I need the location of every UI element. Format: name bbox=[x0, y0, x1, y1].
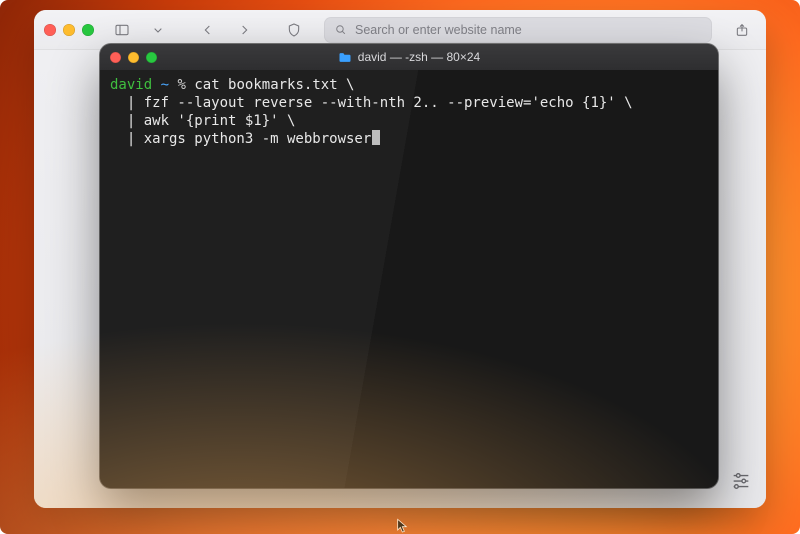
settings-sliders-icon[interactable] bbox=[730, 470, 752, 492]
folder-icon bbox=[338, 52, 352, 63]
window-controls[interactable] bbox=[44, 24, 100, 36]
close-icon[interactable] bbox=[110, 52, 121, 63]
address-placeholder: Search or enter website name bbox=[355, 23, 522, 37]
cmd-line-3: | xargs python3 -m webbrowser bbox=[127, 131, 371, 147]
mouse-cursor-icon bbox=[396, 518, 410, 534]
zoom-icon[interactable] bbox=[82, 24, 94, 36]
minimize-icon[interactable] bbox=[63, 24, 75, 36]
shield-icon[interactable] bbox=[280, 18, 308, 42]
cmd-line-1: | fzf --layout reverse --with-nth 2.. --… bbox=[127, 95, 633, 111]
forward-icon[interactable] bbox=[230, 18, 258, 42]
share-icon[interactable] bbox=[728, 18, 756, 42]
terminal-cursor bbox=[372, 130, 380, 145]
chevron-down-icon[interactable] bbox=[144, 18, 172, 42]
address-bar[interactable]: Search or enter website name bbox=[324, 17, 712, 43]
terminal-window[interactable]: david — -zsh — 80×24 david ~ % cat bookm… bbox=[100, 44, 718, 488]
minimize-icon[interactable] bbox=[128, 52, 139, 63]
prompt-user: david bbox=[110, 77, 152, 93]
cmd-line-0: cat bookmarks.txt \ bbox=[194, 77, 354, 93]
terminal-titlebar[interactable]: david — -zsh — 80×24 bbox=[100, 44, 718, 70]
desktop: Search or enter website name bbox=[0, 0, 800, 534]
terminal-title: david — -zsh — 80×24 bbox=[100, 50, 718, 64]
zoom-icon[interactable] bbox=[146, 52, 157, 63]
terminal-title-text: david — -zsh — 80×24 bbox=[358, 50, 480, 64]
back-icon[interactable] bbox=[194, 18, 222, 42]
terminal-window-controls[interactable] bbox=[110, 52, 163, 63]
search-icon bbox=[334, 23, 347, 36]
sidebar-toggle-icon[interactable] bbox=[108, 18, 136, 42]
cmd-line-2: | awk '{print $1}' \ bbox=[127, 113, 296, 129]
prompt-path: ~ bbox=[161, 77, 169, 93]
prompt-symbol: % bbox=[177, 77, 185, 93]
close-icon[interactable] bbox=[44, 24, 56, 36]
terminal-body[interactable]: david ~ % cat bookmarks.txt \ | fzf --la… bbox=[100, 70, 718, 488]
